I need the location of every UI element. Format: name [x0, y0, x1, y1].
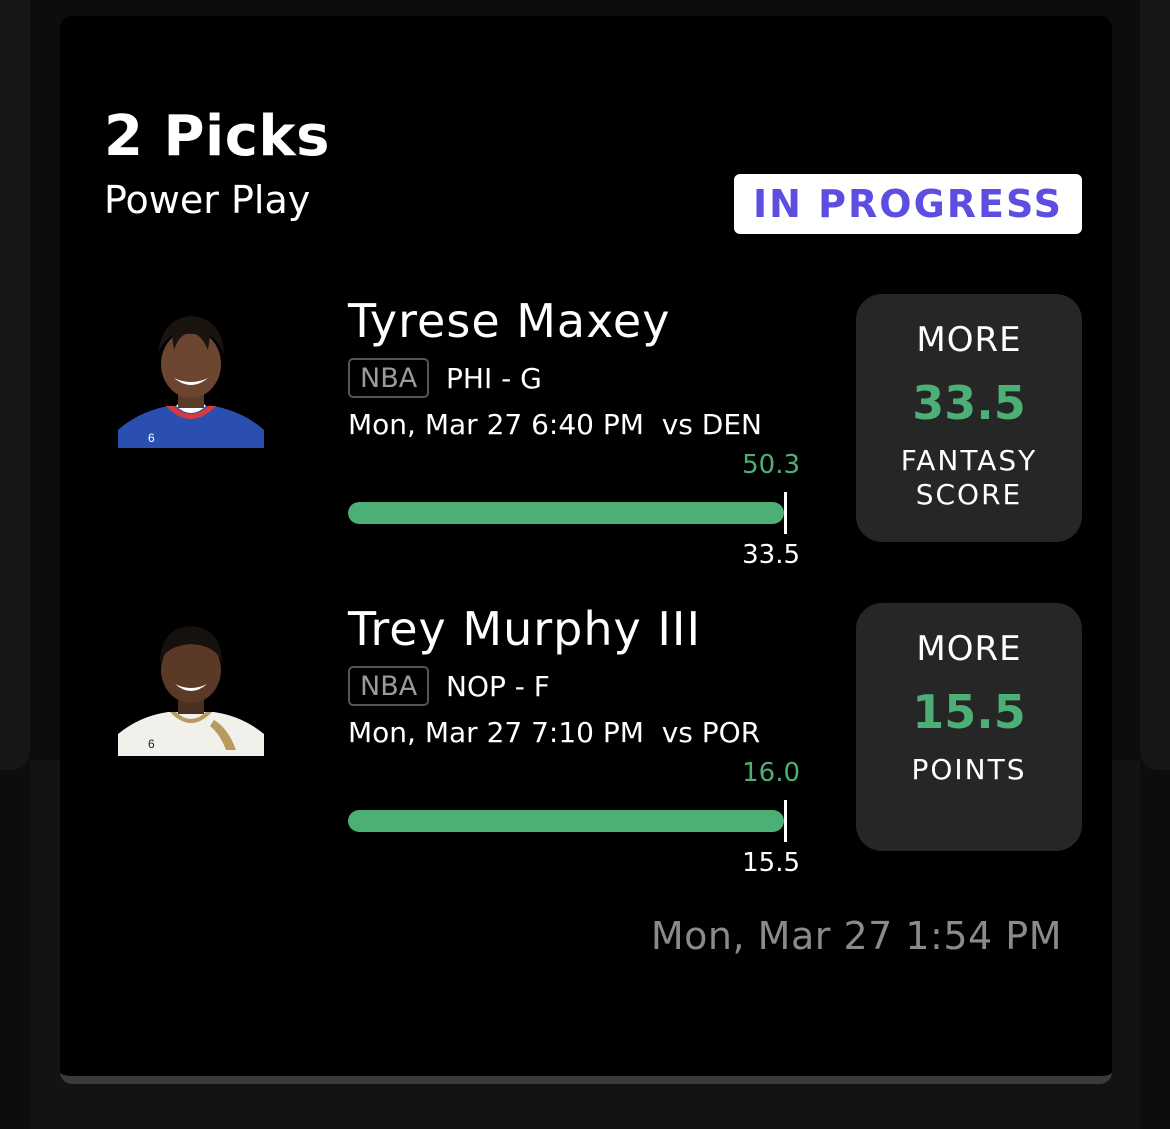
pick-direction: MORE — [916, 629, 1022, 669]
stat-type: POINTS — [874, 753, 1064, 787]
line-value: 33.5 — [742, 540, 800, 570]
stat-type-line: POINTS — [911, 753, 1027, 786]
line-marker — [784, 492, 787, 534]
actual-value: 50.3 — [742, 450, 800, 480]
previous-card-edge — [0, 0, 30, 770]
pick-direction: MORE — [916, 320, 1022, 360]
entry-timestamp: Mon, Mar 27 1:54 PM — [650, 914, 1062, 958]
league-badge: NBA — [348, 666, 430, 706]
team-position: NOP - F — [446, 670, 550, 703]
pick-row[interactable]: 6 Trey Murphy III NBA NOP - F Mon, Mar 2… — [60, 16, 1112, 878]
line-value: 15.5 — [742, 848, 800, 878]
projection-panel[interactable]: MORE 15.5 POINTS — [856, 603, 1082, 851]
league-badge: NBA — [348, 358, 430, 398]
line-marker — [784, 800, 787, 842]
progress-bar — [348, 810, 784, 832]
team-position: PHI - G — [446, 362, 542, 395]
progress-fill — [348, 810, 784, 832]
projection-value: 33.5 — [912, 376, 1026, 430]
player-headshot: 6 — [118, 610, 264, 756]
next-card-edge — [1140, 0, 1170, 770]
stat-type-line: SCORE — [915, 478, 1023, 511]
game-time: Mon, Mar 27 6:40 PM vs DEN — [348, 408, 762, 441]
entry-card[interactable]: 2 Picks Power Play IN PROGRESS 6 Tyrese … — [60, 16, 1112, 1084]
player-headshot: 6 — [118, 302, 264, 448]
progress-bar — [348, 502, 784, 524]
progress-fill — [348, 502, 784, 524]
player-name: Tyrese Maxey — [348, 294, 671, 348]
projection-panel[interactable]: MORE 33.5 FANTASY SCORE — [856, 294, 1082, 542]
player-name: Trey Murphy III — [348, 602, 702, 656]
stat-type: FANTASY SCORE — [874, 444, 1064, 512]
actual-value: 16.0 — [742, 758, 800, 788]
projection-value: 15.5 — [912, 685, 1026, 739]
game-time: Mon, Mar 27 7:10 PM vs POR — [348, 716, 761, 749]
stat-type-line: FANTASY — [900, 444, 1038, 477]
svg-text:6: 6 — [148, 737, 155, 751]
svg-text:6: 6 — [148, 431, 155, 445]
